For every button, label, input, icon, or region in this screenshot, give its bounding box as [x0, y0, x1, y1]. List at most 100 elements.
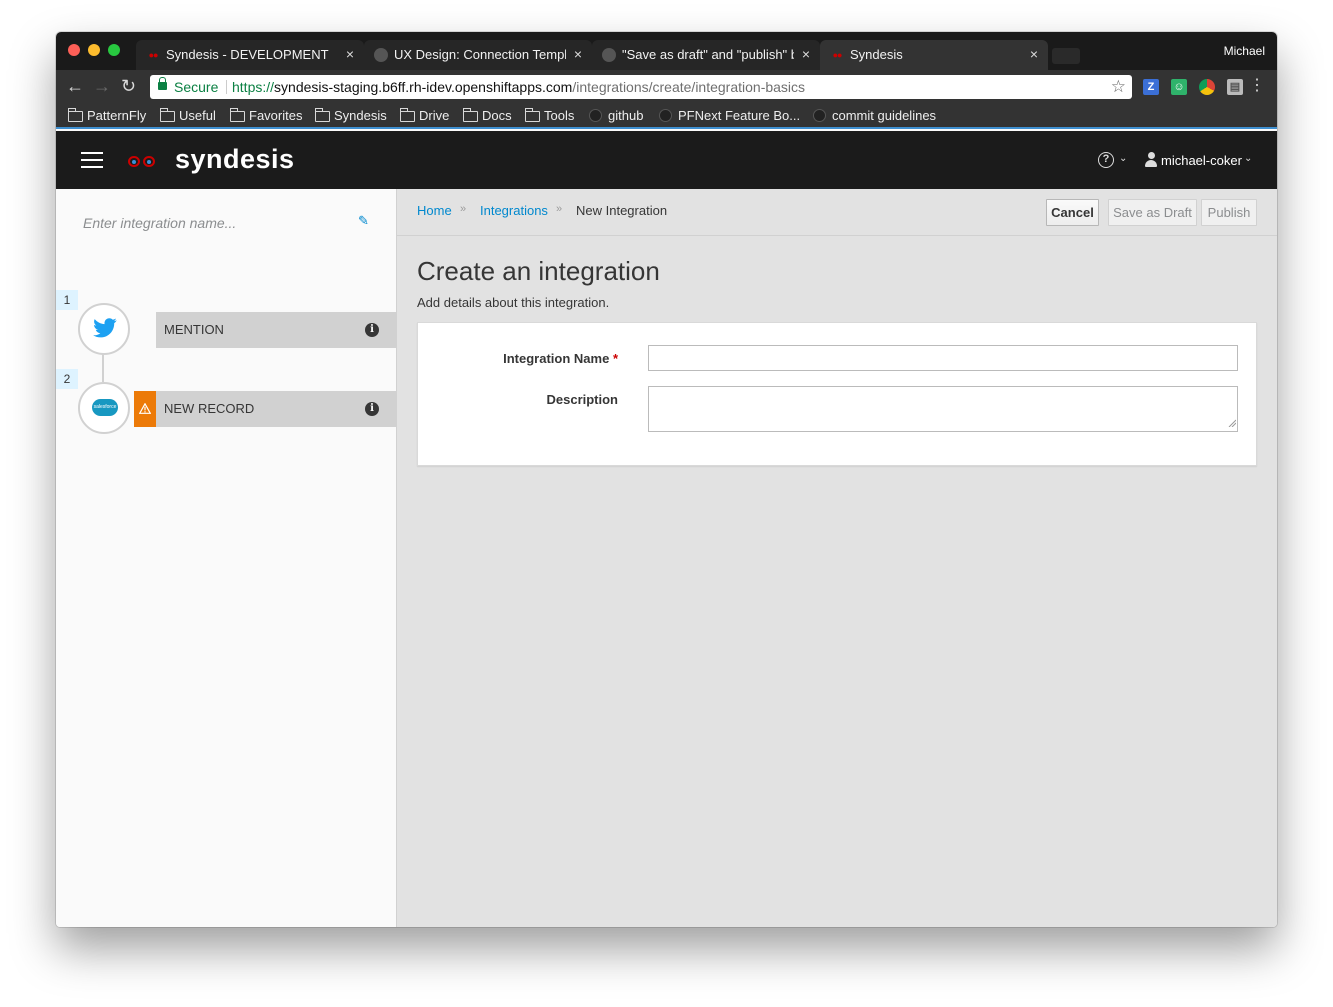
required-marker: * — [612, 351, 618, 366]
url-text[interactable]: https://syndesis-staging.b6ff.rh-idev.op… — [232, 75, 805, 99]
browser-tab[interactable]: "Save as draft" and "publish" b × — [592, 40, 820, 70]
back-arrow-icon[interactable]: ← — [66, 77, 84, 95]
address-divider — [226, 80, 227, 94]
close-tab-icon[interactable]: × — [574, 46, 582, 62]
close-tab-icon[interactable]: × — [802, 46, 810, 62]
address-bar[interactable]: Secure https://syndesis-staging.b6ff.rh-… — [150, 75, 1132, 99]
chrome-extension-icon[interactable] — [1199, 79, 1215, 95]
pencil-edit-icon[interactable]: ✎ — [358, 213, 369, 229]
app-header: syndesis ? ⌄ michael-coker ⌄ — [56, 131, 1277, 189]
step-2-circle[interactable]: salesforce — [78, 382, 130, 434]
folder-icon — [525, 108, 540, 122]
description-textarea[interactable] — [648, 386, 1238, 432]
zoom-window-button[interactable] — [108, 44, 120, 56]
github-icon — [813, 109, 826, 122]
step-new-record[interactable]: NEW RECORD i — [156, 391, 397, 427]
save-as-draft-button[interactable]: Save as Draft — [1108, 199, 1197, 226]
zotero-extension-icon[interactable]: Z — [1143, 79, 1159, 95]
integration-name-input[interactable] — [648, 345, 1238, 371]
integration-name-label: Integration Name * — [418, 351, 618, 366]
page-title: Create an integration — [417, 256, 660, 286]
browser-window: ●● Syndesis - DEVELOPMENT × UX Design: C… — [56, 32, 1277, 927]
close-window-button[interactable] — [68, 44, 80, 56]
username[interactable]: michael-coker — [1161, 153, 1242, 168]
bookmark-star-icon[interactable]: ☆ — [1111, 75, 1126, 99]
folder-icon — [315, 108, 330, 122]
salesforce-icon: salesforce — [92, 399, 118, 416]
tab-title: Syndesis - DEVELOPMENT — [166, 47, 329, 62]
github-favicon-icon — [374, 48, 388, 62]
green-extension-icon[interactable]: ☺ — [1171, 79, 1187, 95]
bookmark-favorites[interactable]: Favorites — [230, 108, 302, 123]
step-1-circle[interactable] — [78, 303, 130, 355]
step-label: MENTION — [164, 322, 224, 337]
main-content: Home » Integrations » New Integration Ca… — [397, 189, 1277, 927]
bookmark-patternfly[interactable]: PatternFly — [68, 108, 146, 123]
secure-label: Secure — [174, 79, 219, 95]
lock-icon — [158, 77, 167, 90]
folder-icon — [68, 108, 83, 122]
description-label: Description — [546, 392, 618, 407]
page-subtitle: Add details about this integration. — [417, 295, 610, 310]
chevron-down-icon[interactable]: ⌄ — [1119, 153, 1127, 164]
syndesis-favicon-icon: ●● — [148, 50, 159, 60]
integration-steps-panel: Enter integration name... ✎ 1 MENTION i … — [56, 189, 397, 927]
resize-handle-icon[interactable] — [1228, 419, 1236, 427]
twitter-icon — [93, 318, 117, 338]
bookmark-commit-guidelines[interactable]: commit guidelines — [813, 108, 936, 123]
brand-name[interactable]: syndesis — [175, 144, 295, 175]
close-tab-icon[interactable]: × — [346, 46, 354, 62]
warning-indicator — [134, 391, 156, 427]
step-label: NEW RECORD — [164, 401, 255, 416]
breadcrumb-separator: » — [460, 203, 467, 215]
tab-strip: ●● Syndesis - DEVELOPMENT × UX Design: C… — [56, 32, 1277, 70]
bookmark-label: Favorites — [249, 108, 303, 123]
minimize-window-button[interactable] — [88, 44, 100, 56]
reload-icon[interactable]: ↻ — [121, 77, 136, 95]
bookmark-syndesis[interactable]: Syndesis — [315, 108, 387, 123]
close-tab-icon[interactable]: × — [1030, 46, 1038, 62]
bookmark-tools[interactable]: Tools — [525, 108, 574, 123]
breadcrumb-home[interactable]: Home — [417, 203, 452, 218]
bookmark-label: github — [608, 108, 644, 123]
page-toolbar: Home » Integrations » New Integration Ca… — [397, 189, 1277, 236]
warning-icon — [139, 403, 151, 414]
browser-tab-active[interactable]: ●● Syndesis × — [820, 40, 1048, 70]
step-mention[interactable]: MENTION i — [156, 312, 397, 348]
hamburger-menu-icon[interactable] — [81, 152, 103, 168]
publish-button[interactable]: Publish — [1201, 199, 1257, 226]
bookmark-github[interactable]: github — [589, 108, 643, 123]
page-extension-icon[interactable]: ▤ — [1227, 79, 1243, 95]
bookmark-pfnext[interactable]: PFNext Feature Bo... — [659, 108, 800, 123]
bookmark-label: Docs — [482, 108, 512, 123]
github-icon — [589, 109, 602, 122]
integration-name-editable[interactable]: Enter integration name... — [83, 215, 236, 231]
tab-title: Syndesis — [850, 47, 903, 62]
bookmark-label: Useful — [179, 108, 216, 123]
url-scheme: https:// — [232, 79, 275, 95]
bookmark-label: commit guidelines — [832, 108, 937, 123]
step-number: 2 — [56, 369, 78, 389]
browser-menu-icon[interactable]: ⋮ — [1249, 78, 1265, 94]
browser-tab[interactable]: ●● Syndesis - DEVELOPMENT × — [136, 40, 364, 70]
browser-tab[interactable]: UX Design: Connection Templ × — [364, 40, 592, 70]
bookmark-useful[interactable]: Useful — [160, 108, 216, 123]
cancel-button[interactable]: Cancel — [1046, 199, 1099, 226]
bookmark-docs[interactable]: Docs — [463, 108, 512, 123]
folder-icon — [400, 108, 415, 122]
bookmark-label: Drive — [419, 108, 450, 123]
browser-profile-name[interactable]: Michael — [1224, 44, 1265, 58]
user-icon[interactable] — [1145, 152, 1157, 168]
forward-arrow-icon[interactable]: → — [93, 77, 111, 95]
new-tab-button[interactable] — [1052, 48, 1080, 64]
tab-title: UX Design: Connection Templ — [394, 47, 566, 62]
url-host: syndesis-staging.b6ff.rh-idev.openshifta… — [274, 79, 573, 95]
breadcrumb-integrations[interactable]: Integrations — [480, 203, 548, 218]
info-icon[interactable]: i — [365, 323, 379, 337]
help-icon[interactable]: ? — [1098, 152, 1114, 168]
url-path: /integrations/create/integration-basics — [572, 79, 806, 95]
breadcrumb-separator: » — [556, 203, 563, 215]
bookmark-drive[interactable]: Drive — [400, 108, 449, 123]
info-icon[interactable]: i — [365, 402, 379, 416]
chevron-down-icon[interactable]: ⌄ — [1244, 153, 1252, 164]
